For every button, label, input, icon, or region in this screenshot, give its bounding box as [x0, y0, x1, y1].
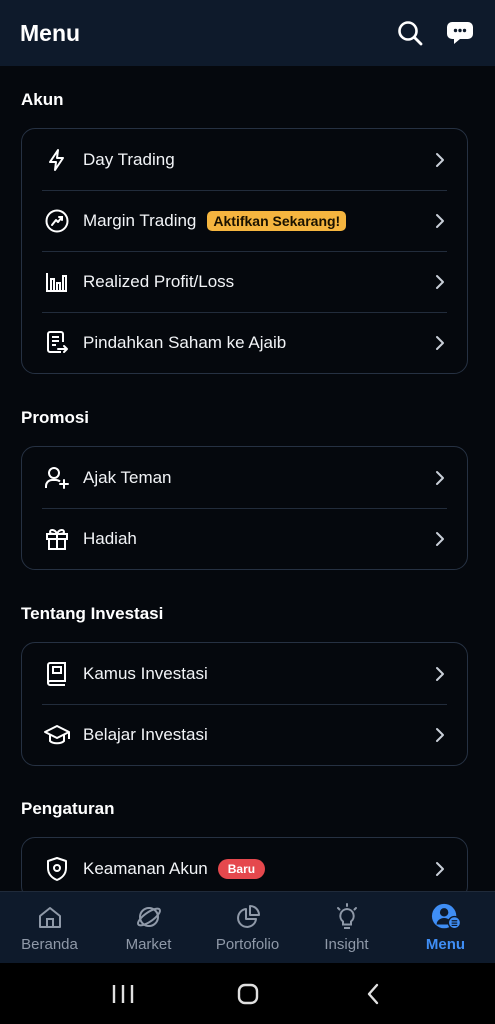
- nav-label: Menu: [425, 936, 466, 953]
- menu-item-day-trading[interactable]: Day Trading: [22, 129, 467, 190]
- section-title-promosi: Promosi: [21, 408, 90, 427]
- back-icon[interactable]: [353, 974, 393, 1014]
- graduation-cap-icon: [42, 720, 72, 750]
- menu-item-label: Belajar Investasi: [83, 724, 208, 744]
- chart-icon: [42, 267, 72, 297]
- tentang-investasi-card: Kamus Investasi Belajar Investasi: [21, 642, 468, 766]
- chevron-right-icon: [433, 664, 447, 684]
- chevron-right-icon: [433, 725, 447, 745]
- menu-item-label: Hadiah: [83, 528, 137, 548]
- chevron-right-icon: [433, 211, 447, 231]
- menu-item-pindahkan-saham[interactable]: Pindahkan Saham ke Ajaib: [22, 312, 467, 373]
- search-icon[interactable]: [395, 18, 425, 48]
- new-badge: Baru: [217, 858, 266, 879]
- home-button-icon[interactable]: [228, 974, 268, 1014]
- shield-icon: [42, 854, 72, 884]
- nav-item-menu[interactable]: Menu: [396, 892, 495, 963]
- nav-label: Beranda: [21, 936, 78, 953]
- nav-label: Market: [125, 936, 172, 953]
- pie-chart-icon: [233, 902, 263, 932]
- menu-item-hadiah[interactable]: Hadiah: [22, 508, 467, 569]
- home-icon: [35, 902, 65, 932]
- nav-label: Portofolio: [215, 936, 280, 953]
- nav-item-portofolio[interactable]: Portofolio: [198, 892, 297, 963]
- section-title-pengaturan: Pengaturan: [21, 799, 115, 818]
- lightbulb-icon: [332, 902, 362, 932]
- nav-item-beranda[interactable]: Beranda: [0, 892, 99, 963]
- promosi-card: Ajak Teman Hadiah: [21, 446, 468, 570]
- add-user-icon: [42, 463, 72, 493]
- transfer-document-icon: [42, 328, 72, 358]
- bottom-navigation: Beranda Market Portofolio Insight Menu: [0, 891, 495, 963]
- chevron-right-icon: [433, 272, 447, 292]
- menu-item-label: Kamus Investasi: [83, 663, 208, 683]
- menu-item-label: Realized Profit/Loss: [83, 271, 235, 291]
- chat-support-icon[interactable]: [445, 18, 475, 48]
- nav-item-insight[interactable]: Insight: [297, 892, 396, 963]
- margin-trading-icon: [42, 206, 72, 236]
- menu-item-label: Pindahkan Saham ke Ajaib: [83, 332, 287, 352]
- menu-item-realized-profit-loss[interactable]: Realized Profit/Loss: [22, 251, 467, 312]
- pengaturan-card: Keamanan Akun Baru: [21, 837, 468, 891]
- profile-icon: [431, 902, 461, 932]
- section-title-akun: Akun: [21, 90, 64, 109]
- chevron-right-icon: [433, 859, 447, 879]
- chevron-right-icon: [433, 529, 447, 549]
- menu-item-label: Keamanan Akun: [83, 858, 208, 878]
- top-app-bar: Menu: [0, 0, 495, 66]
- system-navigation-bar: [0, 963, 495, 1024]
- menu-content[interactable]: Akun Day Trading Margin Trading Aktifkan…: [0, 66, 495, 891]
- recent-apps-icon[interactable]: [103, 974, 143, 1014]
- chevron-right-icon: [433, 333, 447, 353]
- menu-item-margin-trading[interactable]: Margin Trading Aktifkan Sekarang!: [22, 190, 467, 251]
- gift-icon: [42, 524, 72, 554]
- menu-item-belajar-investasi[interactable]: Belajar Investasi: [22, 704, 467, 765]
- section-title-tentang-investasi: Tentang Investasi: [21, 604, 164, 623]
- menu-item-keamanan-akun[interactable]: Keamanan Akun Baru: [22, 838, 467, 891]
- akun-card: Day Trading Margin Trading Aktifkan Seka…: [21, 128, 468, 374]
- book-icon: [42, 659, 72, 689]
- menu-item-label: Margin Trading: [83, 210, 197, 230]
- chevron-right-icon: [433, 150, 447, 170]
- nav-item-market[interactable]: Market: [99, 892, 198, 963]
- activate-now-badge: Aktifkan Sekarang!: [207, 210, 347, 231]
- menu-item-kamus-investasi[interactable]: Kamus Investasi: [22, 643, 467, 704]
- chevron-right-icon: [433, 468, 447, 488]
- menu-item-ajak-teman[interactable]: Ajak Teman: [22, 447, 467, 508]
- menu-item-label: Ajak Teman: [83, 467, 172, 487]
- market-icon: [134, 902, 164, 932]
- page-title: Menu: [20, 19, 81, 46]
- lightning-icon: [42, 145, 72, 175]
- nav-label: Insight: [324, 936, 369, 953]
- menu-item-label: Day Trading: [83, 149, 175, 169]
